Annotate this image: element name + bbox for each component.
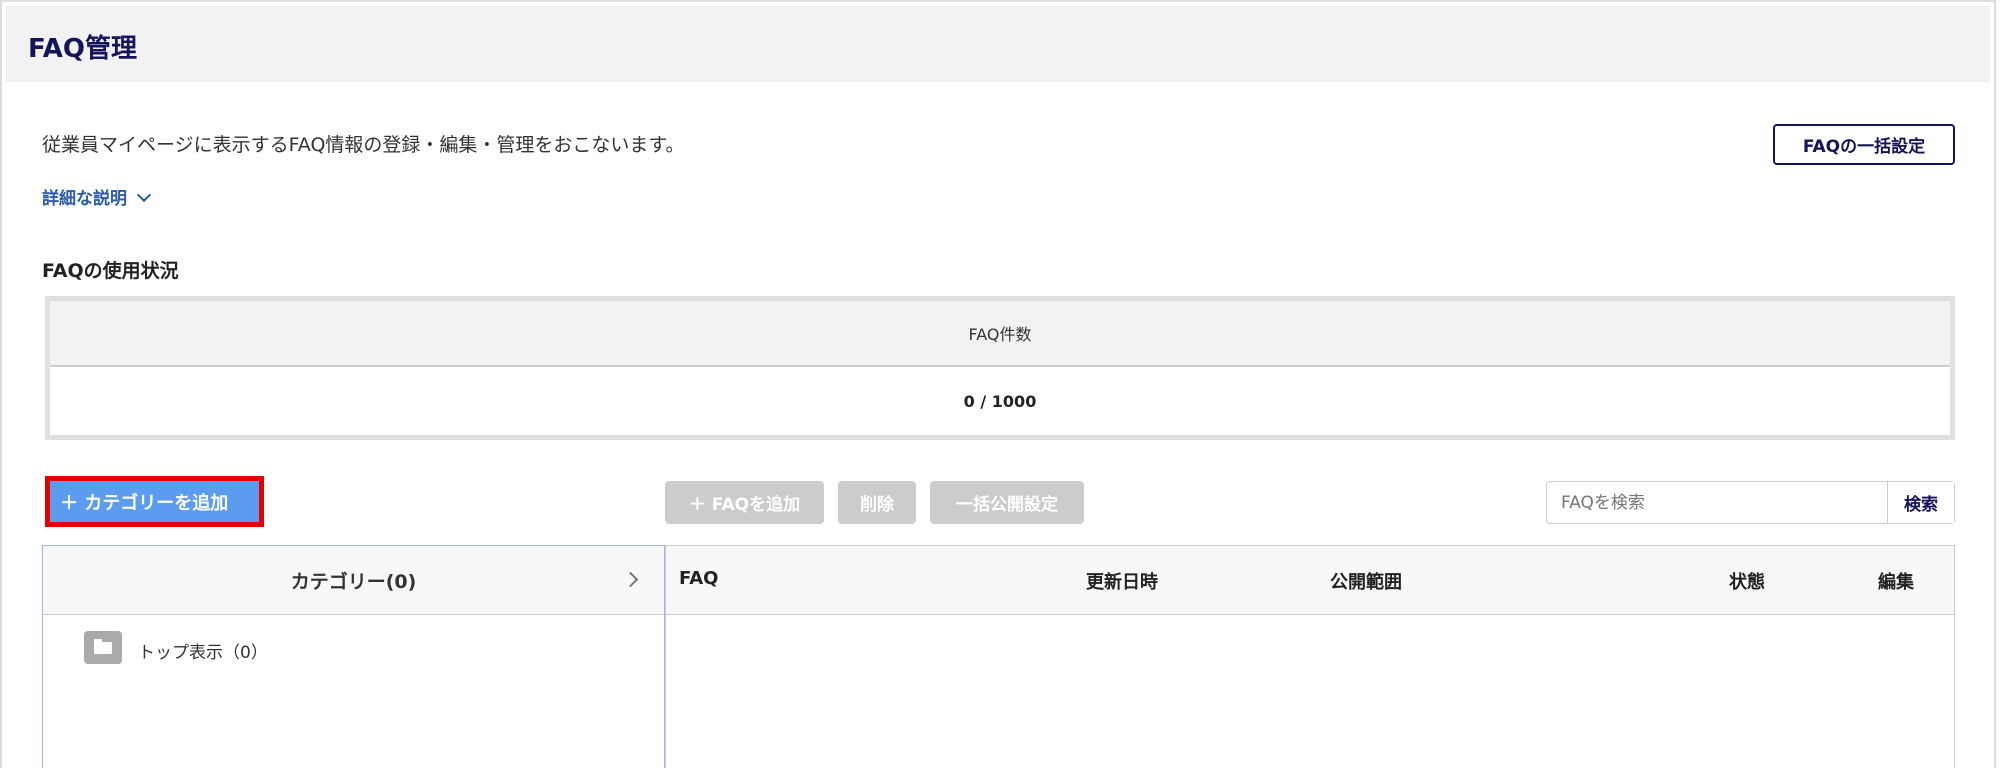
page-header: FAQ管理 [6, 6, 1990, 82]
category-panel: カテゴリー(0) トップ表示（0） [42, 545, 665, 768]
category-item[interactable]: トップ表示（0） [138, 638, 268, 663]
faq-bulk-settings-button[interactable]: FAQの一括設定 [1773, 124, 1955, 165]
chevron-down-icon [136, 187, 152, 203]
faq-table: FAQ 更新日時 公開範囲 状態 編集 [665, 545, 1955, 768]
column-faq: FAQ [679, 568, 719, 589]
folder-icon [84, 631, 122, 664]
details-toggle[interactable]: 詳細な説明 [42, 184, 152, 209]
details-label: 詳細な説明 [42, 189, 127, 209]
delete-button[interactable]: 削除 [838, 481, 916, 524]
usage-table: FAQ件数 0 / 1000 [45, 296, 1955, 440]
column-status: 状態 [1729, 572, 1765, 593]
usage-value: 0 / 1000 [963, 391, 1037, 411]
usage-title: FAQの使用状況 [42, 260, 179, 282]
faq-table-header: FAQ 更新日時 公開範囲 状態 編集 [666, 546, 1954, 615]
column-scope: 公開範囲 [1330, 572, 1402, 593]
faq-search: 検索 [1546, 481, 1955, 524]
usage-column-header: FAQ件数 [50, 301, 1950, 367]
column-updated: 更新日時 [1086, 572, 1158, 593]
category-header-label: カテゴリー(0) [290, 570, 417, 593]
add-faq-button[interactable]: ＋ FAQを追加 [665, 481, 824, 524]
chevron-right-icon[interactable] [622, 571, 639, 588]
column-edit: 編集 [1878, 572, 1914, 593]
bulk-publish-button[interactable]: 一括公開設定 [930, 481, 1084, 524]
page-title: FAQ管理 [28, 34, 138, 64]
page-description: 従業員マイページに表示するFAQ情報の登録・編集・管理をおこないます。 [42, 134, 685, 156]
search-input[interactable] [1547, 482, 1887, 523]
search-button[interactable]: 検索 [1887, 482, 1954, 523]
category-header: カテゴリー(0) [43, 546, 664, 615]
add-category-button[interactable]: ＋ カテゴリーを追加 [45, 476, 264, 527]
